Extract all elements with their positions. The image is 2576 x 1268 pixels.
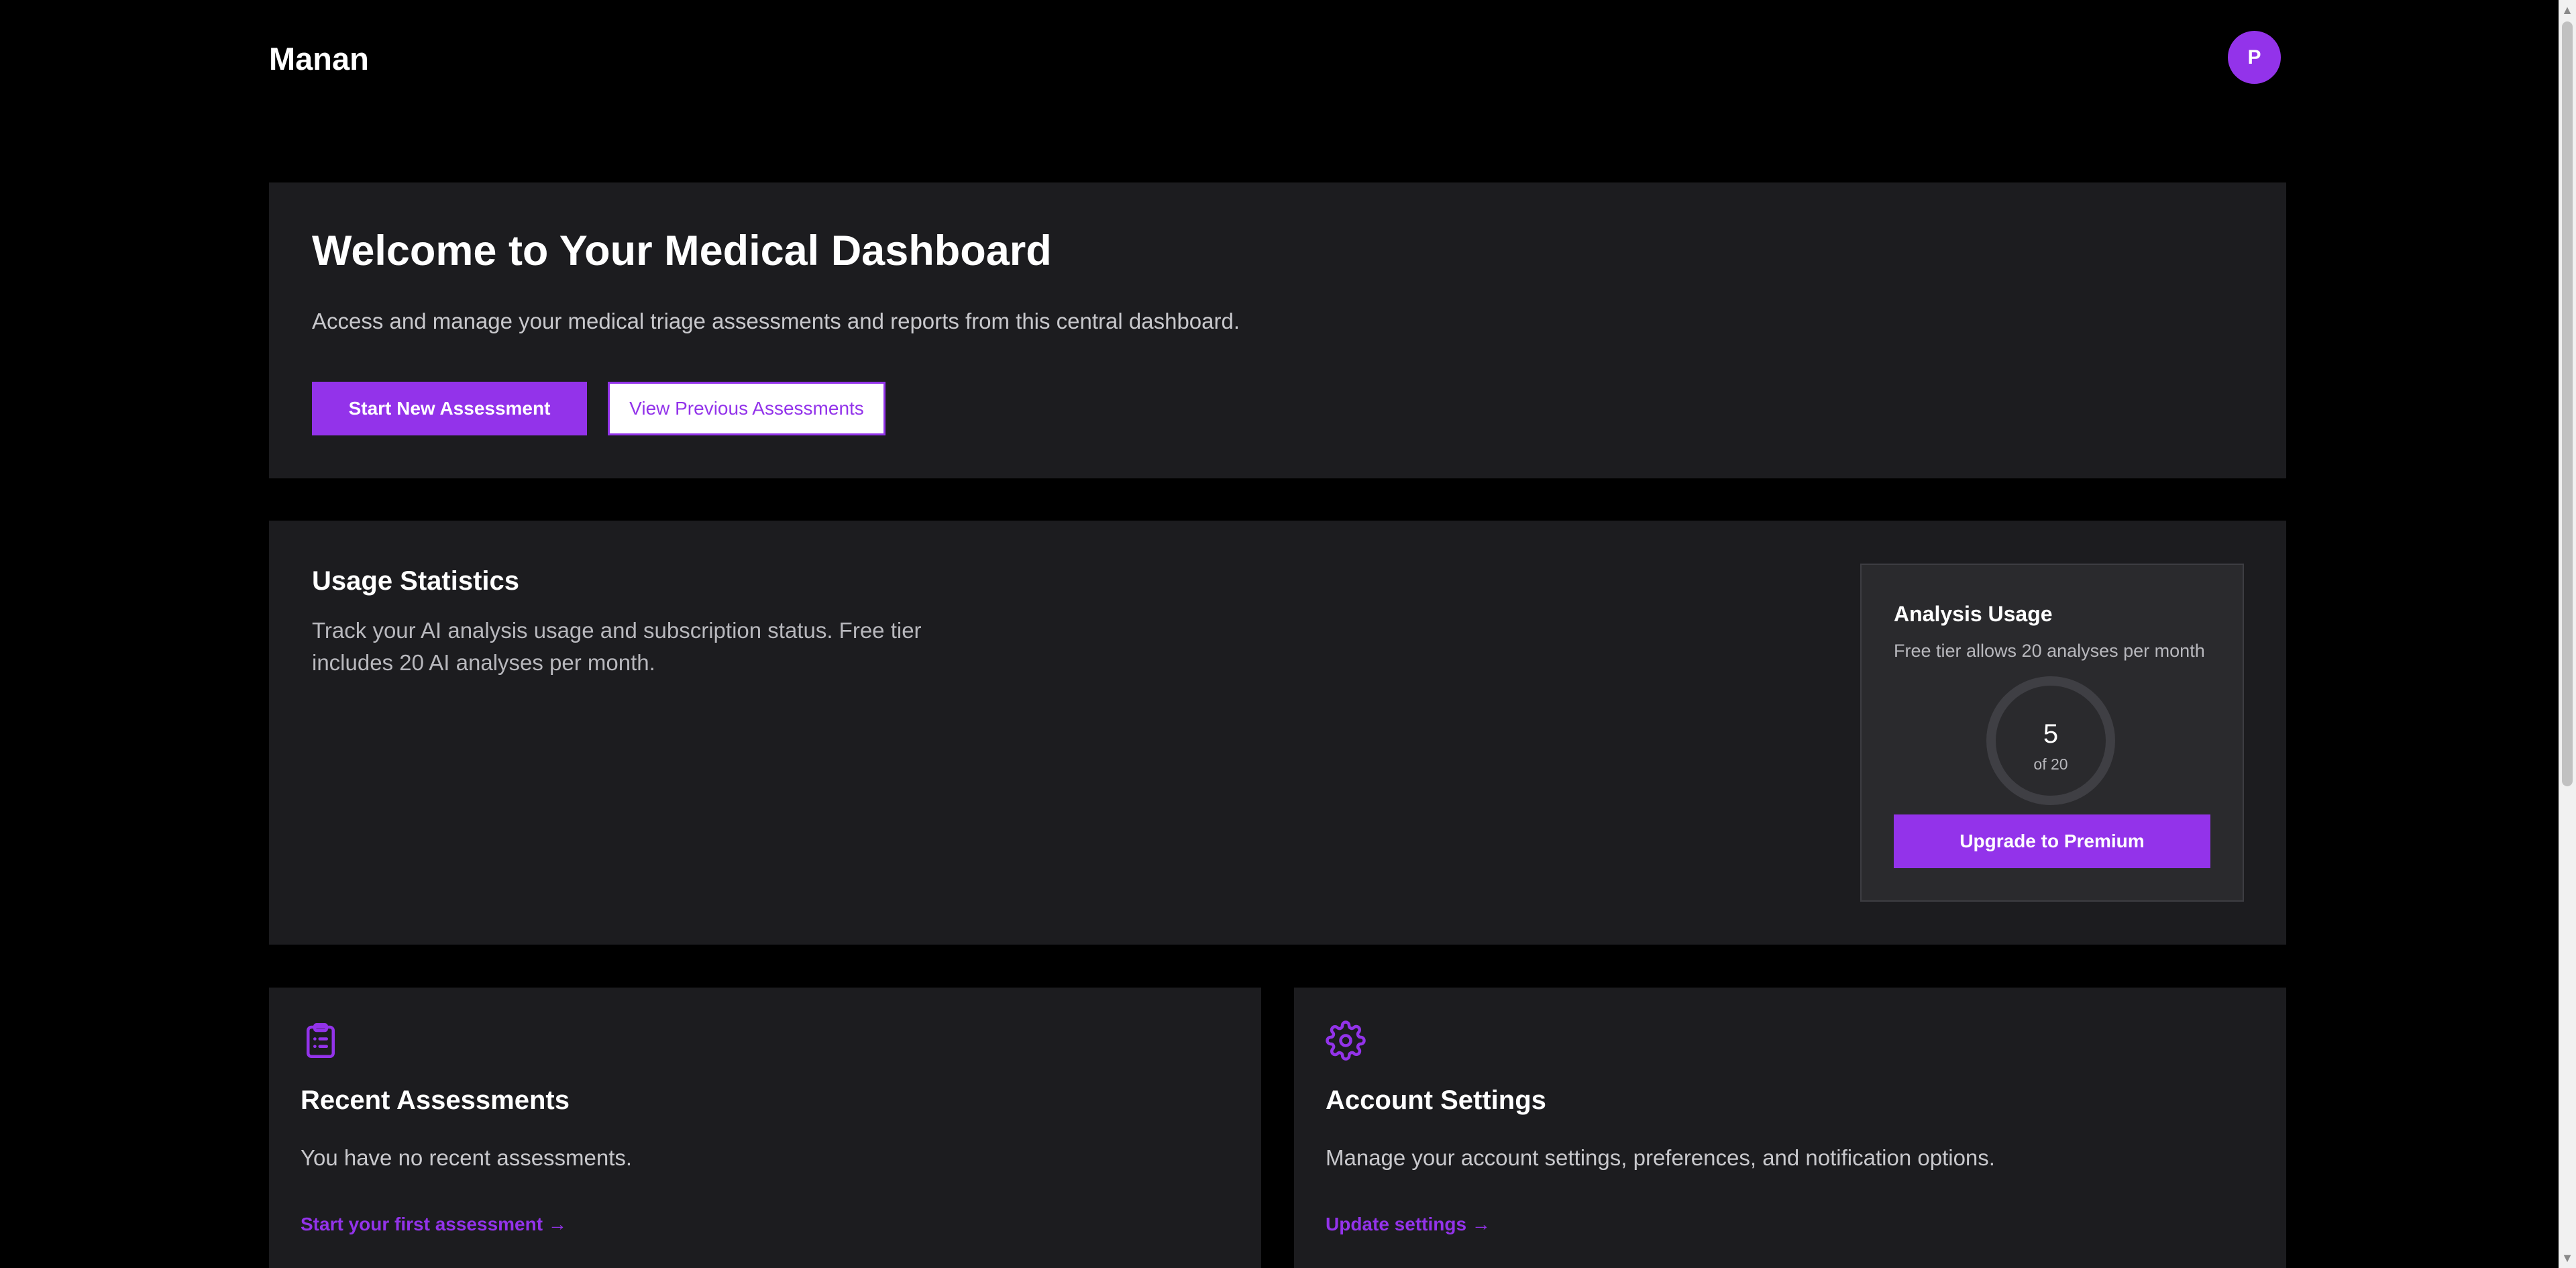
- analysis-usage-panel: Analysis Usage Free tier allows 20 analy…: [1860, 564, 2244, 902]
- welcome-description: Access and manage your medical triage as…: [312, 309, 1240, 333]
- vertical-scrollbar[interactable]: ▲ ▼: [2559, 0, 2576, 1268]
- usage-title: Usage Statistics: [312, 566, 520, 596]
- view-previous-assessments-button[interactable]: View Previous Assessments: [608, 382, 885, 435]
- analysis-usage-title: Analysis Usage: [1894, 602, 2053, 626]
- account-settings-card: Account Settings Manage your account set…: [1294, 988, 2286, 1268]
- upgrade-to-premium-button[interactable]: Upgrade to Premium: [1894, 814, 2210, 868]
- usage-ring: 5 of 20: [1986, 676, 2115, 805]
- dashboard-page: Manan P Welcome to Your Medical Dashboar…: [0, 0, 2576, 1268]
- scroll-down-arrow-icon[interactable]: ▼: [2559, 1248, 2576, 1268]
- account-settings-description: Manage your account settings, preference…: [1326, 1145, 1995, 1170]
- recent-assessments-description: You have no recent assessments.: [301, 1145, 633, 1170]
- user-avatar[interactable]: P: [2228, 31, 2281, 84]
- analysis-usage-subtitle: Free tier allows 20 analyses per month: [1894, 641, 2205, 661]
- brand-name[interactable]: Manan: [269, 40, 369, 77]
- start-first-assessment-link[interactable]: Start your first assessment →: [301, 1214, 567, 1235]
- recent-assessments-card: Recent Assessments You have no recent as…: [269, 988, 1261, 1268]
- scrollbar-thumb[interactable]: [2562, 21, 2573, 786]
- recent-assessments-title: Recent Assessments: [301, 1086, 570, 1115]
- clipboard-list-icon: [307, 1023, 335, 1058]
- usage-statistics-card: Usage Statistics Track your AI analysis …: [269, 521, 2286, 945]
- usage-total: of 20: [2033, 755, 2068, 773]
- gear-icon: [1326, 1020, 1366, 1061]
- update-settings-link[interactable]: Update settings →: [1326, 1214, 1491, 1235]
- welcome-card: Welcome to Your Medical Dashboard Access…: [269, 182, 2286, 478]
- usage-description: Track your AI analysis usage and subscri…: [312, 618, 922, 675]
- top-header: Manan P: [269, 31, 2281, 89]
- welcome-title: Welcome to Your Medical Dashboard: [312, 227, 1052, 274]
- start-new-assessment-button[interactable]: Start New Assessment: [312, 382, 587, 435]
- scroll-up-arrow-icon[interactable]: ▲: [2559, 0, 2576, 20]
- account-settings-title: Account Settings: [1326, 1086, 1546, 1115]
- usage-count: 5: [2043, 719, 2059, 749]
